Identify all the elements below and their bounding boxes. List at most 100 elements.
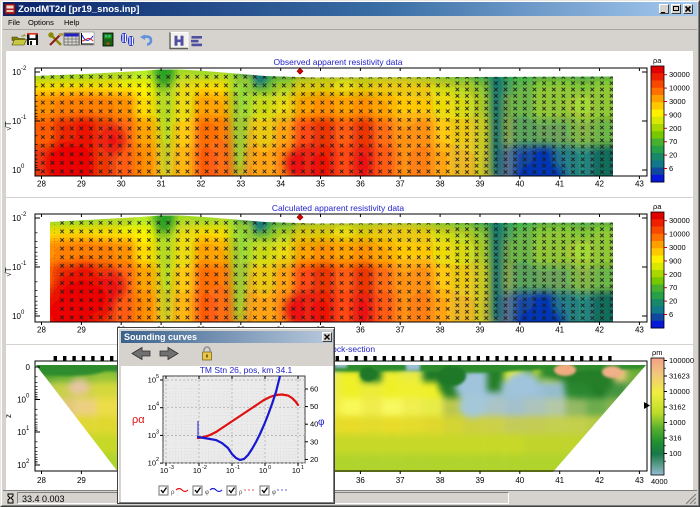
svg-text:100000: 100000	[669, 356, 694, 365]
svg-text:100: 100	[669, 449, 682, 458]
svg-text:φ: φ	[318, 417, 325, 428]
svg-text:ρ: ρ	[171, 490, 175, 496]
svg-text:TM Stn 26, pos, km 34.1: TM Stn 26, pos, km 34.1	[200, 365, 293, 375]
svg-text:3: 3	[156, 429, 159, 435]
svg-text:10: 10	[148, 403, 156, 412]
svg-text:70: 70	[669, 137, 677, 146]
svg-text:ρm: ρm	[652, 348, 663, 357]
svg-text:39: 39	[476, 476, 485, 485]
svg-text:1000: 1000	[669, 418, 686, 427]
svg-text:38: 38	[436, 326, 445, 335]
svg-text:34: 34	[276, 180, 285, 189]
svg-text:6: 6	[669, 164, 673, 173]
svg-text:316: 316	[669, 434, 682, 443]
svg-text:-3: -3	[169, 465, 174, 471]
svg-text:200: 200	[669, 270, 682, 279]
svg-text:35: 35	[316, 180, 325, 189]
svg-text:√T: √T	[4, 267, 13, 276]
svg-text:ρa: ρa	[653, 56, 662, 65]
svg-text:29: 29	[77, 180, 86, 189]
svg-text:43: 43	[635, 476, 644, 485]
svg-text:40: 40	[515, 180, 524, 189]
svg-text:900: 900	[669, 256, 682, 265]
svg-text:10: 10	[292, 466, 300, 475]
svg-text:10: 10	[148, 459, 156, 468]
svg-text:3162: 3162	[669, 403, 686, 412]
svg-text:42: 42	[595, 476, 604, 485]
svg-text:43: 43	[635, 326, 644, 335]
svg-text:900: 900	[669, 110, 682, 119]
svg-text:33: 33	[236, 180, 245, 189]
svg-text:ρ: ρ	[239, 490, 243, 496]
svg-text:φ: φ	[272, 490, 276, 496]
svg-text:39: 39	[476, 180, 485, 189]
svg-text:10000: 10000	[669, 387, 690, 396]
svg-text:10: 10	[193, 466, 201, 475]
svg-text:32: 32	[196, 180, 205, 189]
svg-text:10: 10	[148, 431, 156, 440]
svg-text:28: 28	[37, 326, 46, 335]
svg-text:20: 20	[669, 297, 677, 306]
svg-text:√T: √T	[4, 121, 13, 130]
svg-text:1: 1	[26, 426, 30, 432]
svg-text:28: 28	[37, 180, 46, 189]
svg-text:-1: -1	[21, 115, 27, 121]
svg-text:200: 200	[669, 124, 682, 133]
svg-text:30: 30	[117, 180, 126, 189]
svg-text:30000: 30000	[669, 216, 690, 225]
svg-text:60: 60	[310, 385, 318, 394]
svg-text:-1: -1	[21, 261, 27, 267]
svg-text:28: 28	[37, 476, 46, 485]
svg-text:10: 10	[259, 466, 267, 475]
svg-text:42: 42	[595, 326, 604, 335]
svg-text:36: 36	[356, 180, 365, 189]
svg-text:3000: 3000	[669, 97, 686, 106]
svg-text:29: 29	[77, 476, 86, 485]
svg-text:ρα: ρα	[132, 414, 145, 426]
svg-text:37: 37	[396, 476, 405, 485]
svg-text:20: 20	[310, 455, 318, 464]
svg-text:10: 10	[148, 376, 156, 385]
svg-text:6: 6	[669, 310, 673, 319]
svg-text:41: 41	[555, 180, 564, 189]
svg-text:38: 38	[436, 476, 445, 485]
svg-text:-1: -1	[235, 465, 240, 471]
svg-text:0: 0	[21, 310, 25, 316]
svg-text:0: 0	[26, 394, 30, 400]
svg-text:4000: 4000	[651, 477, 668, 486]
svg-text:37: 37	[396, 180, 405, 189]
svg-text:42: 42	[595, 180, 604, 189]
svg-text:10000: 10000	[669, 84, 690, 93]
svg-text:Calculated apparent resistivit: Calculated apparent resistivity data	[272, 203, 405, 213]
svg-text:Observed apparent resistivity: Observed apparent resistivity data	[274, 57, 403, 67]
svg-text:36: 36	[356, 476, 365, 485]
svg-text:43: 43	[635, 180, 644, 189]
svg-text:31623: 31623	[669, 372, 690, 381]
svg-text:z: z	[4, 414, 13, 418]
svg-text:ρa: ρa	[653, 202, 662, 211]
svg-text:36: 36	[356, 326, 365, 335]
svg-text:50: 50	[310, 402, 318, 411]
svg-text:-2: -2	[202, 465, 207, 471]
svg-text:38: 38	[436, 180, 445, 189]
svg-text:3000: 3000	[669, 243, 686, 252]
svg-text:37: 37	[396, 326, 405, 335]
svg-text:2: 2	[26, 459, 30, 465]
svg-text:2: 2	[156, 457, 159, 463]
svg-text:φ: φ	[205, 490, 209, 496]
svg-text:40: 40	[515, 326, 524, 335]
svg-text:0: 0	[268, 465, 271, 471]
svg-text:41: 41	[555, 476, 564, 485]
svg-text:41: 41	[555, 326, 564, 335]
svg-text:40: 40	[515, 476, 524, 485]
svg-text:0: 0	[21, 164, 25, 170]
svg-text:39: 39	[476, 326, 485, 335]
svg-text:70: 70	[669, 283, 677, 292]
svg-text:1: 1	[301, 465, 304, 471]
svg-text:10: 10	[226, 466, 234, 475]
svg-text:10000: 10000	[669, 230, 690, 239]
svg-text:30: 30	[310, 437, 318, 446]
svg-text:-2: -2	[21, 212, 27, 218]
svg-text:20: 20	[669, 151, 677, 160]
svg-text:30000: 30000	[669, 70, 690, 79]
